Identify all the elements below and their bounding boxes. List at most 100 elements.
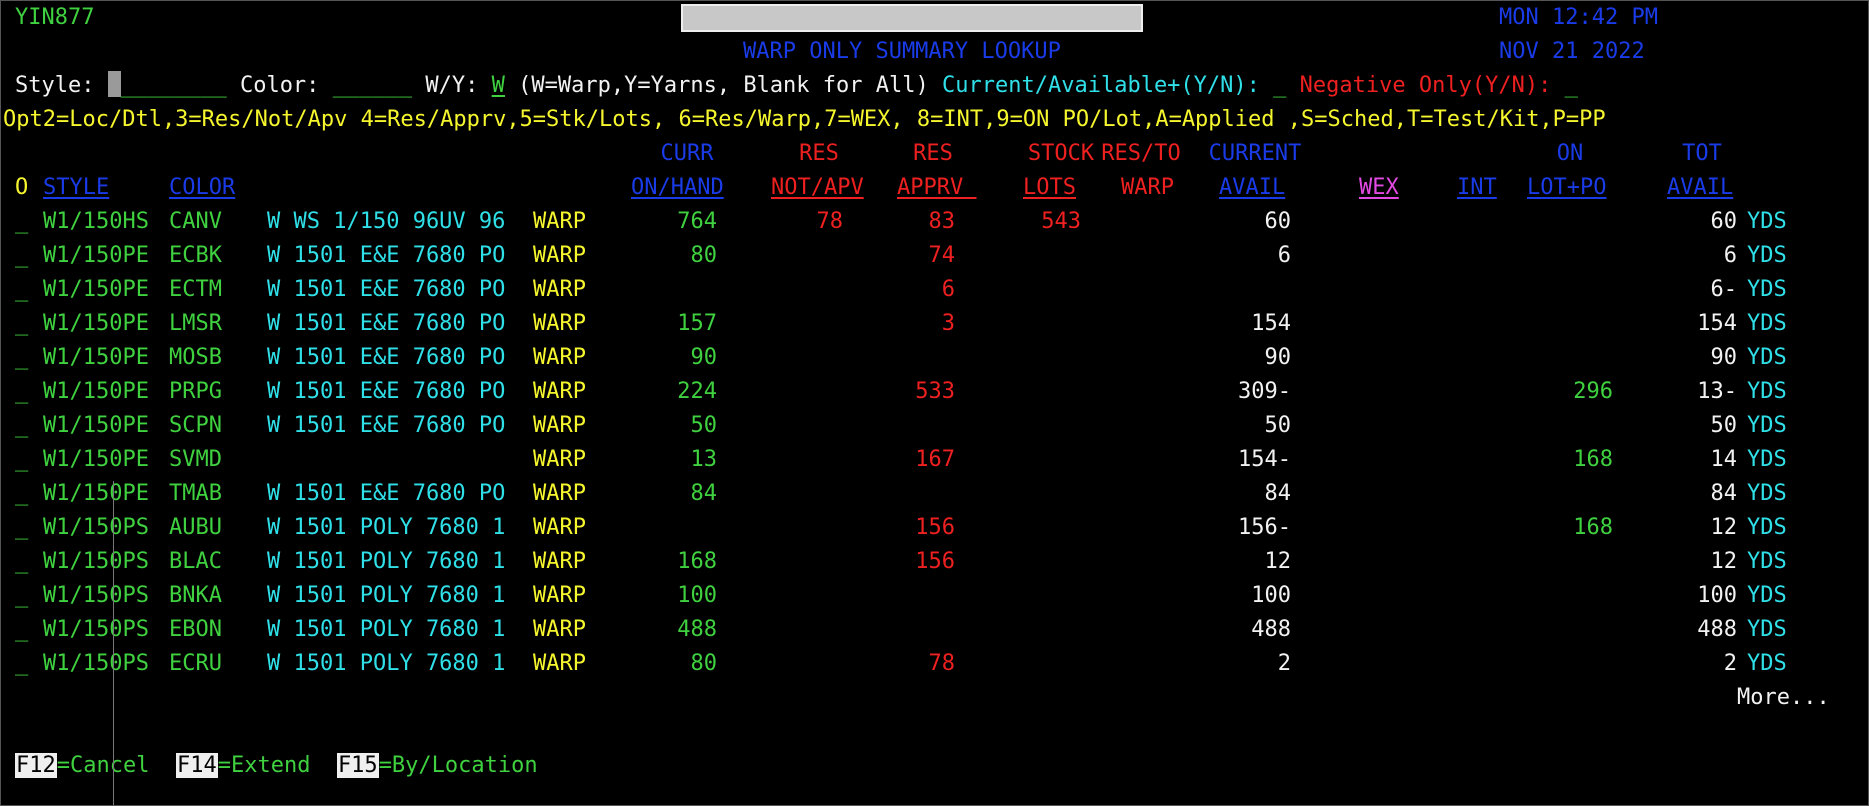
row-stock-lots: 543	[1041, 209, 1081, 234]
session-id: YIN877	[15, 5, 95, 30]
col-int[interactable]: INT	[1457, 173, 1497, 203]
row-style: W1/150PS	[43, 651, 149, 676]
row-stock-lots	[921, 275, 1081, 305]
col-tot-avail[interactable]: AVAIL	[1667, 173, 1733, 203]
color-input[interactable]: ______	[333, 73, 412, 98]
row-tot-avail: 50	[1710, 413, 1738, 438]
wy-input[interactable]: W	[492, 73, 505, 98]
row-description: W 1501 E&E 7680 PO	[267, 481, 506, 506]
row-stock-lots	[921, 343, 1081, 373]
row-current-avail: 90	[1264, 345, 1292, 370]
row-color: SVMD	[169, 447, 222, 472]
row-color: BLAC	[169, 549, 222, 574]
style-input[interactable]: ________	[107, 71, 227, 98]
row-style: W1/150PE	[43, 447, 149, 472]
col-current-avail[interactable]: AVAIL	[1219, 173, 1285, 203]
negative-only-label: Negative Only(Y/N):	[1299, 73, 1552, 98]
row-description: W 1501 POLY 7680 1	[267, 583, 506, 608]
row-option-input[interactable]: _	[15, 445, 28, 475]
row-description: W 1501 E&E 7680 PO	[267, 379, 506, 404]
row-color: EBON	[169, 617, 222, 642]
current-available-label: Current/Available+(Y/N):	[942, 73, 1260, 98]
row-uom: YDS	[1747, 447, 1787, 472]
row-style: W1/150PS	[43, 583, 149, 608]
row-current-avail: 156-	[1238, 515, 1291, 540]
row-option-input[interactable]: _	[15, 649, 28, 679]
more-indicator: More...	[1737, 685, 1830, 710]
row-style: W1/150PE	[43, 413, 149, 438]
col-wex[interactable]: WEX	[1359, 173, 1399, 203]
col-style[interactable]: STYLE	[43, 173, 109, 203]
col-color[interactable]: COLOR	[169, 173, 235, 203]
row-option-input[interactable]: _	[15, 343, 28, 373]
row-option-input[interactable]: _	[15, 513, 28, 543]
row-option-input[interactable]: _	[15, 581, 28, 611]
current-date: NOV 21 2022	[1499, 39, 1645, 64]
row-option-input[interactable]: _	[15, 615, 28, 645]
negative-only-input[interactable]: _	[1565, 73, 1578, 98]
row-tot-avail: 84	[1710, 481, 1738, 506]
col-tot-top: TOT	[1682, 141, 1722, 166]
row-color: CANV	[169, 209, 222, 234]
col-lot-po[interactable]: LOT+PO	[1527, 173, 1606, 203]
row-style: W1/150PE	[43, 311, 149, 336]
col-stock-lots[interactable]: LOTS	[1023, 173, 1076, 203]
f15-by-location-key[interactable]: F15=By/Location	[336, 753, 538, 778]
row-option-input[interactable]: _	[15, 275, 28, 305]
row-option-input[interactable]: _	[15, 207, 28, 237]
current-available-input[interactable]: _	[1273, 73, 1286, 98]
row-option-input[interactable]: _	[15, 411, 28, 441]
row-uom: YDS	[1747, 549, 1787, 574]
row-uom: YDS	[1747, 583, 1787, 608]
col-res-warp-top: RES/TO	[1101, 141, 1181, 166]
row-tot-avail: 488	[1697, 617, 1737, 642]
row-uom: YDS	[1747, 277, 1787, 302]
f12-cancel-key[interactable]: F12=Cancel	[15, 753, 149, 778]
row-description: W 1501 POLY 7680 1	[267, 549, 506, 574]
col-res-apprv-top: RES	[913, 141, 953, 166]
row-stock-lots	[921, 411, 1081, 441]
wy-hint: (W=Warp,Y=Yarns, Blank for All)	[518, 73, 929, 98]
f14-extend-key[interactable]: F14=Extend	[175, 753, 310, 778]
row-option-input[interactable]: _	[15, 377, 28, 407]
row-description: W 1501 POLY 7680 1	[267, 515, 506, 540]
row-current-avail: 154-	[1238, 447, 1291, 472]
row-tot-avail: 12	[1710, 549, 1738, 574]
row-uom: YDS	[1747, 243, 1787, 268]
row-description: W 1501 POLY 7680 1	[267, 617, 506, 642]
col-apprv[interactable]: APPRV	[897, 173, 976, 203]
row-stock-lots	[921, 309, 1081, 339]
row-current-avail: 60	[1264, 209, 1292, 234]
row-stock-lots	[921, 479, 1081, 509]
col-not-apv[interactable]: NOT/APV	[771, 173, 864, 203]
row-style: W1/150PS	[43, 515, 149, 540]
terminal-screen: YIN877 MON 12:42 PM WARP ONLY SUMMARY LO…	[0, 0, 1869, 806]
row-uom: YDS	[1747, 345, 1787, 370]
row-tot-avail: 100	[1697, 583, 1737, 608]
row-color: TMAB	[169, 481, 222, 506]
row-uom: YDS	[1747, 481, 1787, 506]
col-curr-top: CURR	[660, 141, 714, 166]
row-tot-avail: 154	[1697, 311, 1737, 336]
col-res-warp: WARP	[1121, 175, 1174, 200]
title-input-box[interactable]	[681, 4, 1143, 32]
row-option-input[interactable]: _	[15, 479, 28, 509]
row-option-input[interactable]: _	[15, 309, 28, 339]
row-tot-avail: 14	[1710, 447, 1738, 472]
row-tot-avail: 60	[1710, 209, 1738, 234]
row-stock-lots	[921, 377, 1081, 407]
row-uom: YDS	[1747, 413, 1787, 438]
function-keys: F12=Cancel F14=Extend F15=By/Location	[15, 751, 538, 781]
row-stock-lots	[921, 649, 1081, 679]
col-on-hand[interactable]: ON/HAND	[631, 173, 724, 203]
row-description: W 1501 E&E 7680 PO	[267, 277, 506, 302]
row-stock-lots	[921, 445, 1081, 475]
row-option-input[interactable]: _	[15, 547, 28, 577]
row-description: W 1501 POLY 7680 1	[267, 651, 506, 676]
row-color: SCPN	[169, 413, 222, 438]
row-option-input[interactable]: _	[15, 241, 28, 271]
row-color: PRPG	[169, 379, 222, 404]
row-color: ECTM	[169, 277, 222, 302]
row-stock-lots	[921, 581, 1081, 611]
col-opt: O	[15, 175, 29, 200]
